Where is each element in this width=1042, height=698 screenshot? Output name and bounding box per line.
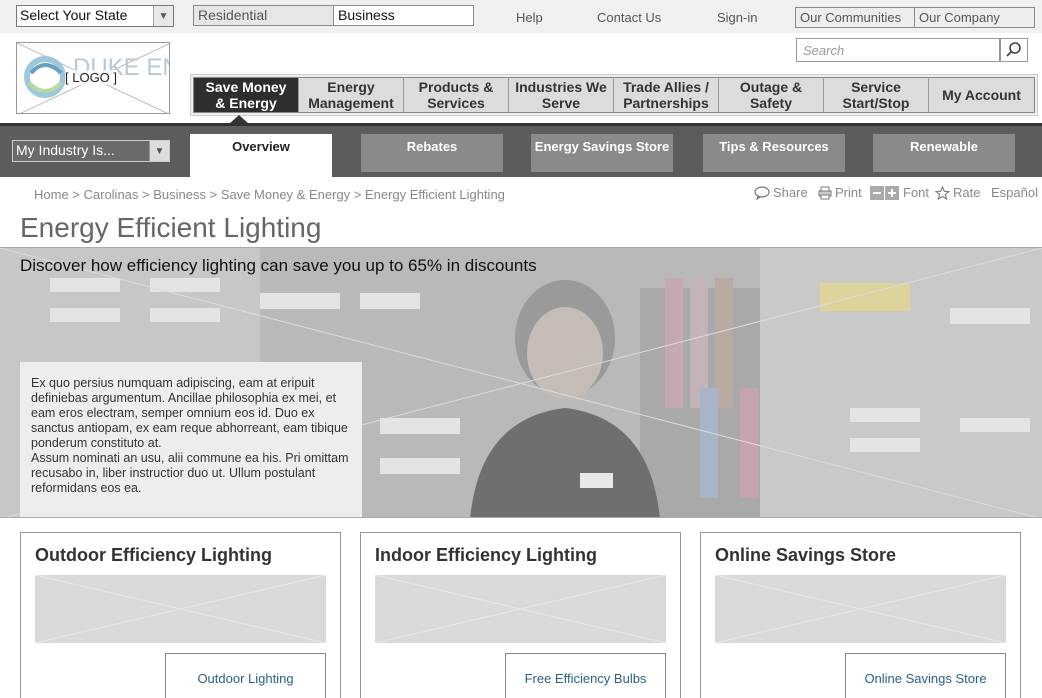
star-icon [935,185,950,200]
card-title: Online Savings Store [715,545,897,565]
logo-placeholder: [ LOGO ] [65,70,118,85]
nav-industries[interactable]: Industries We Serve [509,78,614,112]
chevron-down-icon: ▼ [149,141,169,161]
nav-label: Partnerships [623,95,709,111]
card-title: Outdoor Efficiency Lighting [35,545,272,565]
hero-headline: Discover how efficiency lighting can sav… [20,256,537,275]
card-image-placeholder [35,575,326,643]
nav-label: Industries We [515,79,607,95]
segment-residential[interactable]: Residential [193,5,334,26]
share-tool[interactable]: Share [754,185,808,200]
printer-icon [818,186,832,199]
online-savings-store-button[interactable]: Online Savings Store [845,653,1006,698]
free-efficiency-bulbs-button[interactable]: Free Efficiency Bulbs [505,653,666,698]
contact-link[interactable]: Contact Us [597,10,661,25]
print-tool[interactable]: Print [818,185,862,200]
nav-label: My Account [942,87,1021,103]
state-select[interactable]: Select Your State ▼ [16,5,174,27]
nav-label: Outage & [739,79,803,95]
main-nav: Save Money & Energy Energy Management Prod… [193,77,1035,113]
search-button[interactable] [1000,38,1028,62]
nav-label: Products & [418,79,494,95]
tab-tips-resources[interactable]: Tips & Resources [703,134,845,172]
nav-label: Safety [749,95,792,111]
nav-label: Trade Allies / [623,79,709,95]
search-input[interactable]: Search [796,38,1000,62]
state-select-value: Select Your State [20,7,128,23]
image-placeholder-icon [375,575,666,643]
espanol-link[interactable]: Español [991,185,1038,200]
font-label: Font [903,185,930,200]
nav-products-services[interactable]: Products & Services [404,78,509,112]
card-indoor-lighting: Indoor Efficiency Lighting Free Efficien… [360,532,681,698]
logo[interactable]: DUKE ENERGY [ LOGO ] [16,42,170,114]
nav-label: Energy [327,79,375,95]
outdoor-lighting-button[interactable]: Outdoor Lighting [165,653,326,698]
nav-trade-allies[interactable]: Trade Allies / Partnerships [614,78,719,112]
chevron-down-icon: ▼ [153,6,173,26]
page-title: Energy Efficient Lighting [20,212,322,243]
image-placeholder-icon [715,575,1006,643]
nav-label: Services [427,95,485,111]
hero-paragraph: Ex quo persius numquam adipiscing, eam a… [31,376,348,450]
search-icon [1006,42,1021,57]
help-link[interactable]: Help [516,10,543,25]
nav-label: Serve [541,95,581,111]
card-image-placeholder [715,575,1006,643]
tab-overview[interactable]: Overview [190,134,332,177]
tab-rebates[interactable]: Rebates [361,134,503,172]
nav-label: Save Money [205,79,287,95]
nav-label: Management [308,95,394,111]
nav-label: Start/Stop [842,95,910,111]
hero-text-box: Ex quo persius numquam adipiscing, eam a… [20,362,362,517]
hero-paragraph: Assum nominati an usu, alii commune ea h… [31,451,349,495]
nav-my-account[interactable]: My Account [929,78,1034,112]
card-outdoor-lighting: Outdoor Efficiency Lighting Outdoor Ligh… [20,532,341,698]
speech-bubble-icon [754,185,770,200]
nav-service-start-stop[interactable]: Service Start/Stop [824,78,929,112]
rate-label: Rate [953,185,981,200]
segment-business[interactable]: Business [333,5,474,26]
font-size-icon [870,185,899,200]
font-tool[interactable]: Font [870,185,929,200]
industry-select[interactable]: My Industry Is... ▼ [12,140,170,162]
share-label: Share [773,185,808,200]
nav-save-money[interactable]: Save Money & Energy [194,78,299,112]
card-image-placeholder [375,575,666,643]
tab-energy-savings-store[interactable]: Energy Savings Store [531,134,673,172]
our-communities-link[interactable]: Our Communities [795,7,915,28]
card-online-savings-store: Online Savings Store Online Savings Stor… [700,532,1021,698]
nav-energy-management[interactable]: Energy Management [299,78,404,112]
signin-link[interactable]: Sign-in [717,10,757,25]
industry-select-value: My Industry Is... [16,142,115,158]
nav-outage-safety[interactable]: Outage & Safety [719,78,824,112]
nav-label: Service [851,79,901,95]
our-company-link[interactable]: Our Company [914,7,1035,28]
tab-renewable[interactable]: Renewable [873,134,1015,172]
nav-label: & Energy [215,95,277,111]
breadcrumb[interactable]: Home > Carolinas > Business > Save Money… [34,187,505,202]
rate-tool[interactable]: Rate [935,185,980,200]
card-title: Indoor Efficiency Lighting [375,545,597,565]
image-placeholder-icon [35,575,326,643]
print-label: Print [835,185,862,200]
